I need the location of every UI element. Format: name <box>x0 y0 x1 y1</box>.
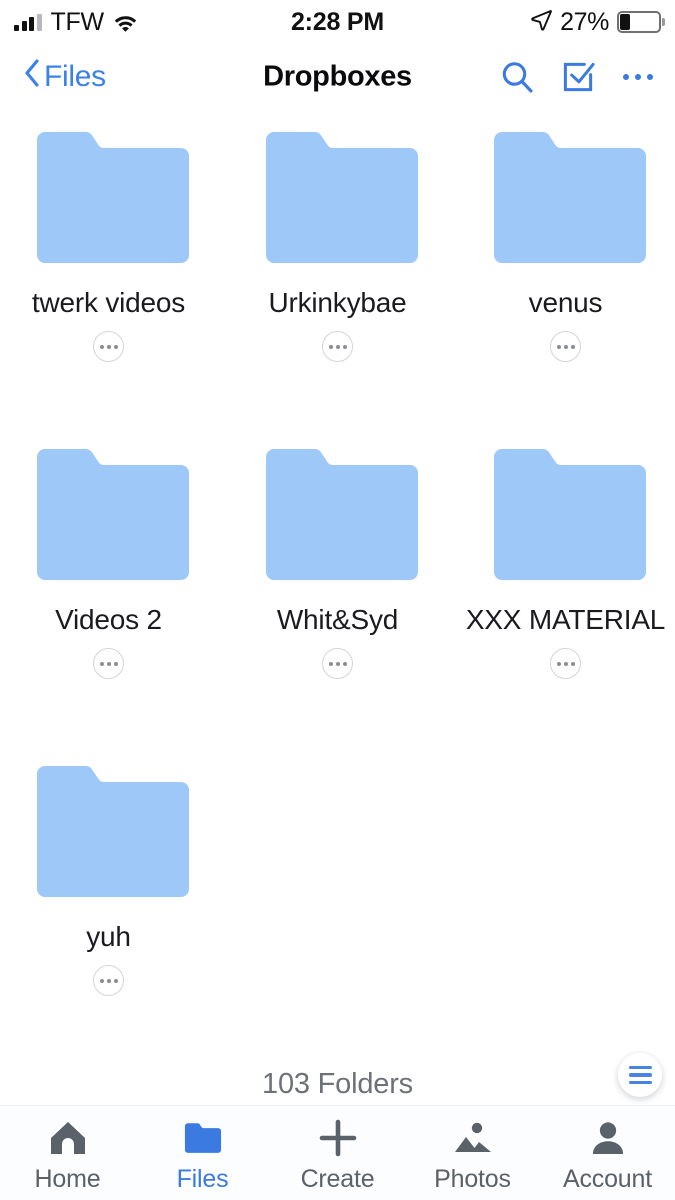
folder-cell[interactable]: yuh <box>0 760 223 996</box>
dropbox-folder-browser-screen: TFW 2:28 PM 27% Files Dropboxes twerk vi… <box>0 0 675 1200</box>
person-icon <box>591 1118 625 1158</box>
home-icon <box>48 1118 88 1158</box>
tab-label: Photos <box>434 1165 511 1193</box>
more-horizontal-icon[interactable] <box>622 73 653 81</box>
tab-label: Create <box>300 1165 375 1193</box>
folder-name: Urkinkybae <box>268 287 407 318</box>
folder-more-icon[interactable] <box>550 648 581 679</box>
folder-icon[interactable] <box>29 760 189 897</box>
folder-name: XXX MATERIAL <box>465 604 666 635</box>
folder-name: twerk videos <box>31 287 186 318</box>
tab-photos[interactable]: Photos <box>405 1106 540 1200</box>
folder-name: Videos 2 <box>55 604 162 635</box>
folder-icon[interactable] <box>258 126 418 263</box>
navigation-bar: Files Dropboxes <box>0 44 675 110</box>
folder-grid-row: Videos 2 Whit&Syd XXX MATERIAL <box>0 443 675 760</box>
bottom-tab-bar: Home Files Create Photos Account <box>0 1105 675 1200</box>
folder-grid-row: twerk videos Urkinkybae venus <box>0 126 675 443</box>
tab-label: Files <box>176 1165 229 1193</box>
folder-cell[interactable]: Videos 2 <box>0 443 223 679</box>
folder-more-icon[interactable] <box>322 331 353 362</box>
folder-count-label: 103 Folders <box>262 1068 413 1100</box>
tab-create[interactable]: Create <box>270 1106 405 1200</box>
status-bar-right: 27% <box>530 7 665 37</box>
folder-more-icon[interactable] <box>93 331 124 362</box>
folder-grid-row: yuh <box>0 760 675 1077</box>
tab-home[interactable]: Home <box>0 1106 135 1200</box>
folder-icon[interactable] <box>29 126 189 263</box>
select-checkbox-icon[interactable] <box>562 61 595 94</box>
folder-more-icon[interactable] <box>322 648 353 679</box>
folder-grid: twerk videos Urkinkybae venus Videos 2 W… <box>0 110 675 1077</box>
list-view-icon[interactable] <box>618 1053 662 1097</box>
folder-icon[interactable] <box>29 443 189 580</box>
status-bar: TFW 2:28 PM 27% <box>0 0 675 44</box>
folder-cell[interactable]: venus <box>451 126 675 362</box>
tab-label: Home <box>34 1165 101 1193</box>
plus-icon <box>319 1118 357 1158</box>
folder-more-icon[interactable] <box>550 331 581 362</box>
folder-icon[interactable] <box>486 126 646 263</box>
tab-label: Account <box>563 1165 652 1193</box>
folder-cell[interactable]: twerk videos <box>0 126 223 362</box>
navigation-actions <box>500 60 653 94</box>
tab-account[interactable]: Account <box>540 1106 675 1200</box>
battery-icon <box>617 11 665 33</box>
tab-files[interactable]: Files <box>135 1106 270 1200</box>
folder-icon[interactable] <box>486 443 646 580</box>
folder-more-icon[interactable] <box>93 648 124 679</box>
folder-more-icon[interactable] <box>93 965 124 996</box>
folder-cell[interactable]: Whit&Syd <box>223 443 452 679</box>
folder-icon <box>184 1118 222 1158</box>
folder-cell[interactable]: XXX MATERIAL <box>451 443 675 679</box>
battery-percent-label: 27% <box>560 7 609 36</box>
folder-name: Whit&Syd <box>276 604 399 635</box>
folder-name: venus <box>528 287 603 318</box>
folder-icon[interactable] <box>258 443 418 580</box>
folder-name: yuh <box>86 921 131 952</box>
search-icon[interactable] <box>500 60 534 94</box>
location-arrow-icon <box>530 9 553 36</box>
folder-cell[interactable]: Urkinkybae <box>223 126 452 362</box>
photos-icon <box>453 1118 493 1158</box>
